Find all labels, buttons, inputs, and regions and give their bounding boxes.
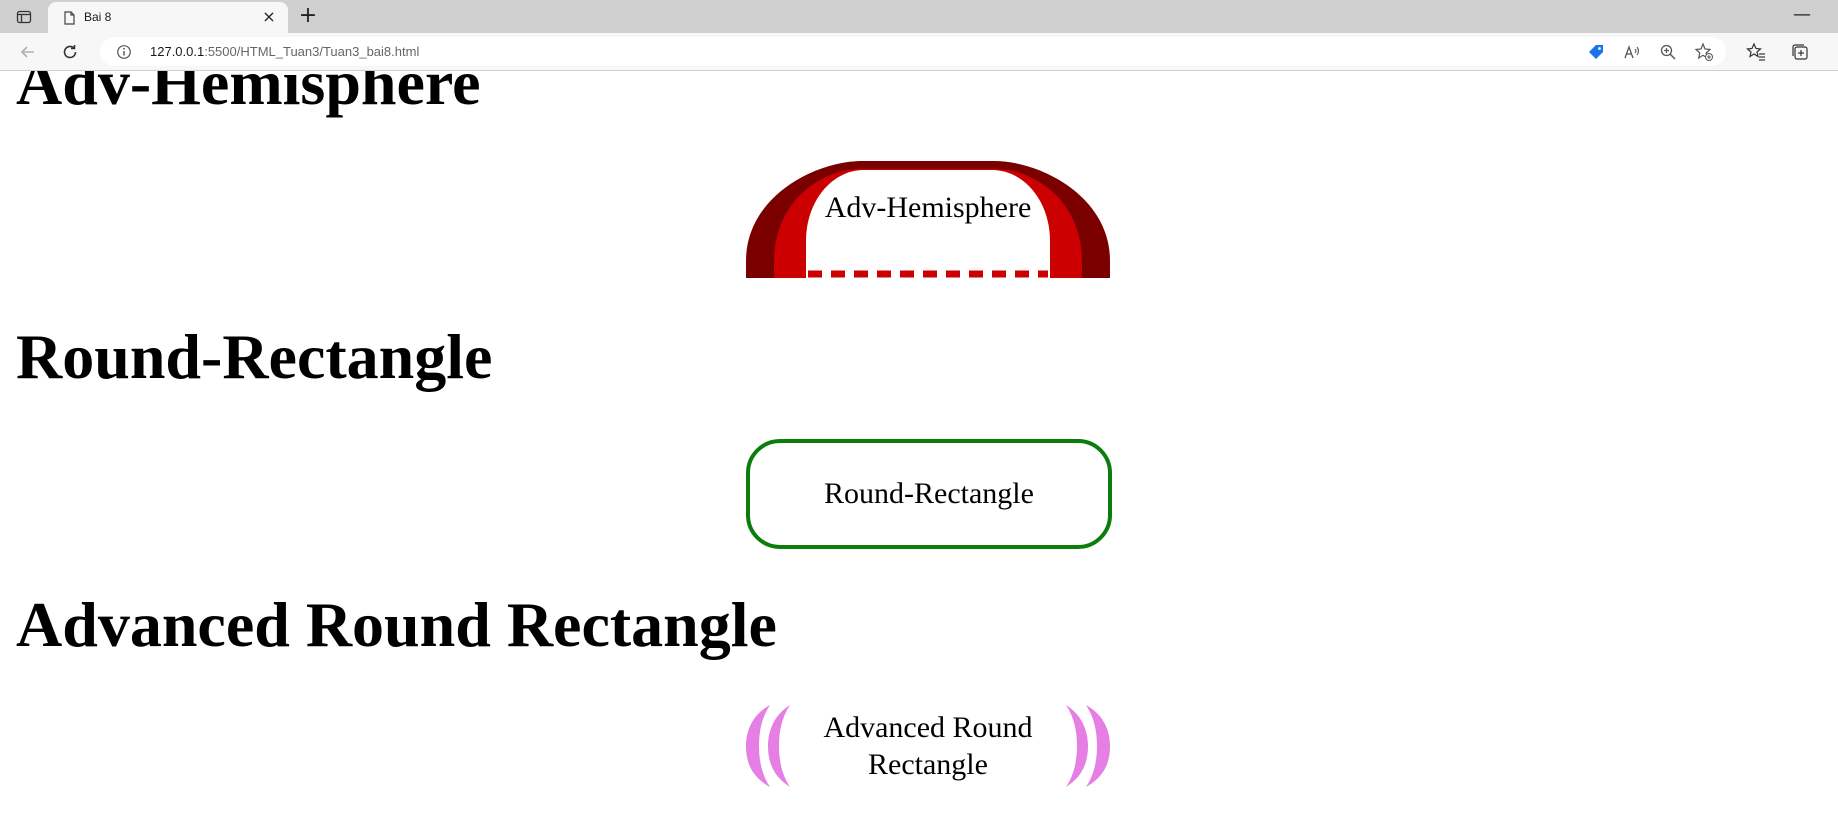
page-content: Adv-Hemisphere Adv-Hemisphere Round-Rect… bbox=[0, 71, 1838, 816]
heading-advanced-round-rectangle: Advanced Round Rectangle bbox=[16, 589, 777, 660]
info-icon[interactable] bbox=[116, 44, 132, 60]
round-rectangle-shape: Round-Rectangle bbox=[746, 439, 1112, 549]
reload-icon[interactable] bbox=[58, 40, 82, 64]
heading-adv-hemisphere: Adv-Hemisphere bbox=[16, 71, 481, 118]
tab-title: Bai 8 bbox=[84, 10, 112, 24]
right-bracket-graphic bbox=[1066, 705, 1110, 787]
advanced-round-rectangle-label: Advanced Round Rectangle bbox=[806, 709, 1050, 783]
page-icon bbox=[64, 11, 75, 25]
browser-toolbar: 127.0.0.1:5500/HTML_Tuan3/Tuan3_bai8.htm… bbox=[0, 33, 1838, 71]
left-bracket-graphic bbox=[746, 705, 790, 787]
hemisphere-label: Adv-Hemisphere bbox=[824, 191, 1032, 224]
tab-actions-icon[interactable] bbox=[12, 6, 36, 28]
minimize-icon[interactable]: — bbox=[1790, 4, 1814, 26]
adv-hemisphere-shape: Adv-Hemisphere bbox=[746, 161, 1110, 278]
label-line-1: Advanced Round bbox=[823, 711, 1033, 744]
favorites-icon[interactable] bbox=[1745, 41, 1767, 63]
url-path: :5500/HTML_Tuan3/Tuan3_bai8.html bbox=[204, 44, 420, 59]
tag-icon[interactable] bbox=[1586, 42, 1606, 62]
round-rectangle-label: Round-Rectangle bbox=[824, 477, 1034, 510]
label-line-2: Rectangle bbox=[868, 748, 988, 781]
collections-icon[interactable] bbox=[1789, 41, 1811, 63]
add-favorite-icon[interactable] bbox=[1694, 42, 1714, 62]
read-aloud-icon[interactable] bbox=[1622, 42, 1642, 62]
advanced-round-rectangle-shape: Advanced Round Rectangle bbox=[746, 705, 1110, 787]
url-host: 127.0.0.1 bbox=[150, 44, 205, 59]
heading-round-rectangle: Round-Rectangle bbox=[16, 321, 493, 392]
address-bar[interactable]: 127.0.0.1:5500/HTML_Tuan3/Tuan3_bai8.htm… bbox=[100, 37, 1726, 66]
browser-tab[interactable]: Bai 8 × bbox=[48, 2, 288, 33]
new-tab-icon[interactable]: + bbox=[296, 5, 320, 27]
url-text[interactable]: 127.0.0.1:5500/HTML_Tuan3/Tuan3_bai8.htm… bbox=[150, 44, 419, 59]
zoom-icon[interactable] bbox=[1658, 42, 1678, 62]
close-tab-icon[interactable]: × bbox=[260, 8, 278, 26]
tab-strip: Bai 8 × + — bbox=[0, 0, 1838, 33]
back-arrow-icon[interactable] bbox=[16, 40, 40, 64]
